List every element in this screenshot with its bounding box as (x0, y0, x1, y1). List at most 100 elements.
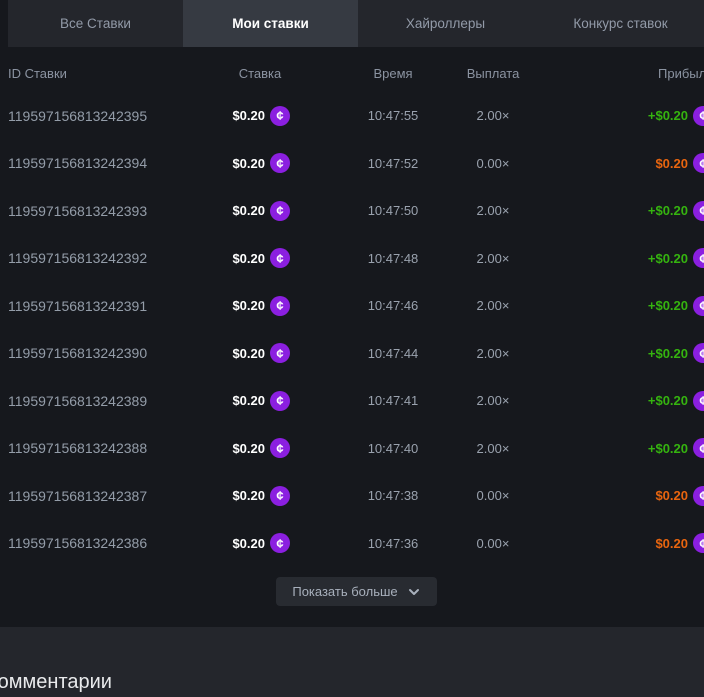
bet-id: 119597156813242389 (8, 393, 230, 409)
bet-time: 10:47:55 (343, 108, 443, 123)
tab-bet-contest[interactable]: Конкурс ставок (533, 0, 704, 47)
bet-profit: +$0.20 (648, 108, 688, 123)
bet-amount: $0.20 (232, 251, 265, 266)
bet-amount-cell: $0.20 ¢ (230, 296, 290, 316)
header-time: Время (343, 66, 443, 81)
bet-amount: $0.20 (232, 393, 265, 408)
coin-icon: ¢ (693, 343, 704, 363)
bet-amount: $0.20 (232, 156, 265, 171)
profit-cell: $0.20 ¢ (543, 486, 704, 506)
bet-time: 10:47:38 (343, 488, 443, 503)
bet-amount-cell: $0.20 ¢ (230, 391, 290, 411)
table-row: 119597156813242393 $0.20 ¢ 10:47:50 2.00… (0, 187, 704, 235)
bet-amount-cell: $0.20 ¢ (230, 153, 290, 173)
bet-profit: +$0.20 (648, 251, 688, 266)
tab-all-bets[interactable]: Все Ставки (8, 0, 183, 47)
show-more-row: Показать больше (0, 577, 704, 606)
bet-id: 119597156813242391 (8, 298, 230, 314)
bet-time: 10:47:44 (343, 346, 443, 361)
header-profit: Прибыль (543, 66, 704, 81)
bet-time: 10:47:36 (343, 536, 443, 551)
bet-id: 119597156813242392 (8, 250, 230, 266)
table-row: 119597156813242387 $0.20 ¢ 10:47:38 0.00… (0, 472, 704, 520)
comments-title: Комментарии (0, 671, 112, 694)
bet-profit: +$0.20 (648, 346, 688, 361)
bet-id: 119597156813242393 (8, 203, 230, 219)
bet-time: 10:47:46 (343, 298, 443, 313)
table-row: 119597156813242390 $0.20 ¢ 10:47:44 2.00… (0, 330, 704, 378)
coin-icon: ¢ (693, 296, 704, 316)
coin-icon: ¢ (693, 201, 704, 221)
bet-id: 119597156813242390 (8, 345, 230, 361)
bet-id: 119597156813242395 (8, 108, 230, 124)
bets-table: ID Ставки Ставка Время Выплата Прибыль 1… (0, 47, 704, 567)
bet-amount: $0.20 (232, 441, 265, 456)
coin-icon: ¢ (270, 153, 290, 173)
bet-payout: 2.00× (443, 251, 543, 266)
bet-amount: $0.20 (232, 298, 265, 313)
profit-cell: +$0.20 ¢ (543, 248, 704, 268)
bet-payout: 2.00× (443, 203, 543, 218)
bet-amount: $0.20 (232, 536, 265, 551)
tab-highrollers[interactable]: Хайроллеры (358, 0, 533, 47)
profit-cell: $0.20 ¢ (543, 533, 704, 553)
coin-icon: ¢ (270, 296, 290, 316)
profit-cell: +$0.20 ¢ (543, 201, 704, 221)
bet-id: 119597156813242388 (8, 440, 230, 456)
bet-amount: $0.20 (232, 488, 265, 503)
header-bet-id: ID Ставки (8, 66, 230, 81)
bet-profit: +$0.20 (648, 393, 688, 408)
coin-icon: ¢ (270, 106, 290, 126)
bet-profit: +$0.20 (648, 298, 688, 313)
coin-icon: ¢ (270, 201, 290, 221)
bet-payout: 2.00× (443, 108, 543, 123)
bets-panel: Все Ставки Мои ставки Хайроллеры Конкурс… (0, 0, 704, 697)
table-row: 119597156813242391 $0.20 ¢ 10:47:46 2.00… (0, 282, 704, 330)
bet-time: 10:47:48 (343, 251, 443, 266)
coin-icon: ¢ (693, 438, 704, 458)
bet-profit: +$0.20 (648, 203, 688, 218)
table-row: 119597156813242386 $0.20 ¢ 10:47:36 0.00… (0, 520, 704, 568)
bet-payout: 0.00× (443, 156, 543, 171)
bet-id: 119597156813242386 (8, 535, 230, 551)
bet-payout: 2.00× (443, 346, 543, 361)
profit-cell: +$0.20 ¢ (543, 391, 704, 411)
comments-section: Комментарии (0, 627, 704, 697)
bets-tabbar: Все Ставки Мои ставки Хайроллеры Конкурс… (8, 0, 704, 47)
bet-profit: $0.20 (655, 156, 688, 171)
coin-icon: ¢ (693, 391, 704, 411)
bet-amount: $0.20 (232, 203, 265, 218)
bet-profit: $0.20 (655, 488, 688, 503)
coin-icon: ¢ (693, 106, 704, 126)
coin-icon: ¢ (693, 533, 704, 553)
profit-cell: +$0.20 ¢ (543, 438, 704, 458)
bet-profit: $0.20 (655, 536, 688, 551)
show-more-button[interactable]: Показать больше (276, 577, 436, 606)
table-row: 119597156813242388 $0.20 ¢ 10:47:40 2.00… (0, 425, 704, 473)
tab-my-bets[interactable]: Мои ставки (183, 0, 358, 47)
bet-amount-cell: $0.20 ¢ (230, 438, 290, 458)
bet-time: 10:47:52 (343, 156, 443, 171)
show-more-label: Показать больше (292, 584, 397, 599)
table-body: 119597156813242395 $0.20 ¢ 10:47:55 2.00… (0, 92, 704, 567)
coin-icon: ¢ (693, 248, 704, 268)
bet-time: 10:47:41 (343, 393, 443, 408)
coin-icon: ¢ (270, 486, 290, 506)
bet-amount: $0.20 (232, 346, 265, 361)
table-row: 119597156813242395 $0.20 ¢ 10:47:55 2.00… (0, 92, 704, 140)
profit-cell: +$0.20 ¢ (543, 296, 704, 316)
profit-cell: +$0.20 ¢ (543, 343, 704, 363)
coin-icon: ¢ (693, 153, 704, 173)
header-payout: Выплата (443, 66, 543, 81)
bet-amount-cell: $0.20 ¢ (230, 486, 290, 506)
bet-amount-cell: $0.20 ¢ (230, 248, 290, 268)
bet-payout: 2.00× (443, 441, 543, 456)
table-row: 119597156813242394 $0.20 ¢ 10:47:52 0.00… (0, 140, 704, 188)
bet-amount-cell: $0.20 ¢ (230, 533, 290, 553)
table-header-row: ID Ставки Ставка Время Выплата Прибыль (0, 47, 704, 92)
bet-payout: 2.00× (443, 298, 543, 313)
bet-amount-cell: $0.20 ¢ (230, 201, 290, 221)
bet-id: 119597156813242387 (8, 488, 230, 504)
coin-icon: ¢ (270, 533, 290, 553)
bet-payout: 0.00× (443, 488, 543, 503)
